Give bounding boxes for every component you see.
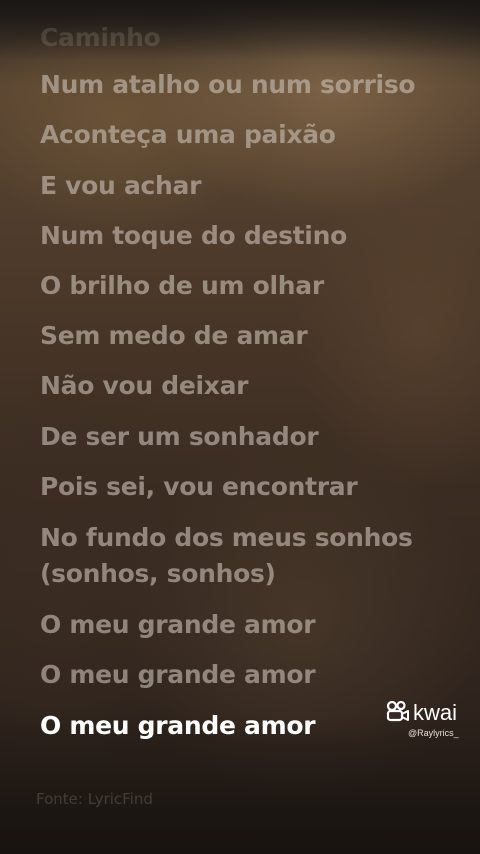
kwai-watermark: kwai @Raylyrics_ bbox=[386, 700, 472, 738]
lyric-line[interactable]: O meu grande amor bbox=[40, 657, 316, 693]
lyric-line[interactable]: Pois sei, vou encontrar bbox=[40, 469, 358, 505]
kwai-camera-icon bbox=[386, 700, 410, 726]
kwai-handle: @Raylyrics_ bbox=[408, 728, 459, 738]
lyric-line[interactable]: E vou achar bbox=[40, 168, 201, 204]
lyric-line[interactable]: O brilho de um olhar bbox=[40, 268, 324, 304]
kwai-brand: kwai bbox=[413, 700, 458, 725]
kwai-logo: kwai bbox=[386, 700, 472, 726]
lyric-line[interactable]: Não vou deixar bbox=[40, 368, 249, 404]
lyric-line[interactable]: No fundo dos meus sonhos (sonhos, sonhos… bbox=[40, 520, 420, 592]
lyric-line[interactable]: Num toque do destino bbox=[40, 218, 347, 254]
lyric-line[interactable]: O meu grande amor bbox=[40, 607, 316, 643]
lyric-line[interactable]: Aconteça uma paixão bbox=[40, 117, 336, 153]
lyric-line[interactable]: Num atalho ou num sorriso bbox=[40, 67, 416, 103]
lyric-line[interactable]: De ser um sonhador bbox=[40, 419, 319, 455]
lyric-line-partial[interactable]: Caminho bbox=[40, 20, 161, 56]
lyric-line-current[interactable]: O meu grande amor bbox=[40, 708, 316, 744]
lyrics-source: Fonte: LyricFind bbox=[36, 790, 153, 808]
lyrics-screen: Caminho Num atalho ou num sorriso Aconte… bbox=[0, 0, 480, 854]
lyric-line[interactable]: Sem medo de amar bbox=[40, 318, 308, 354]
